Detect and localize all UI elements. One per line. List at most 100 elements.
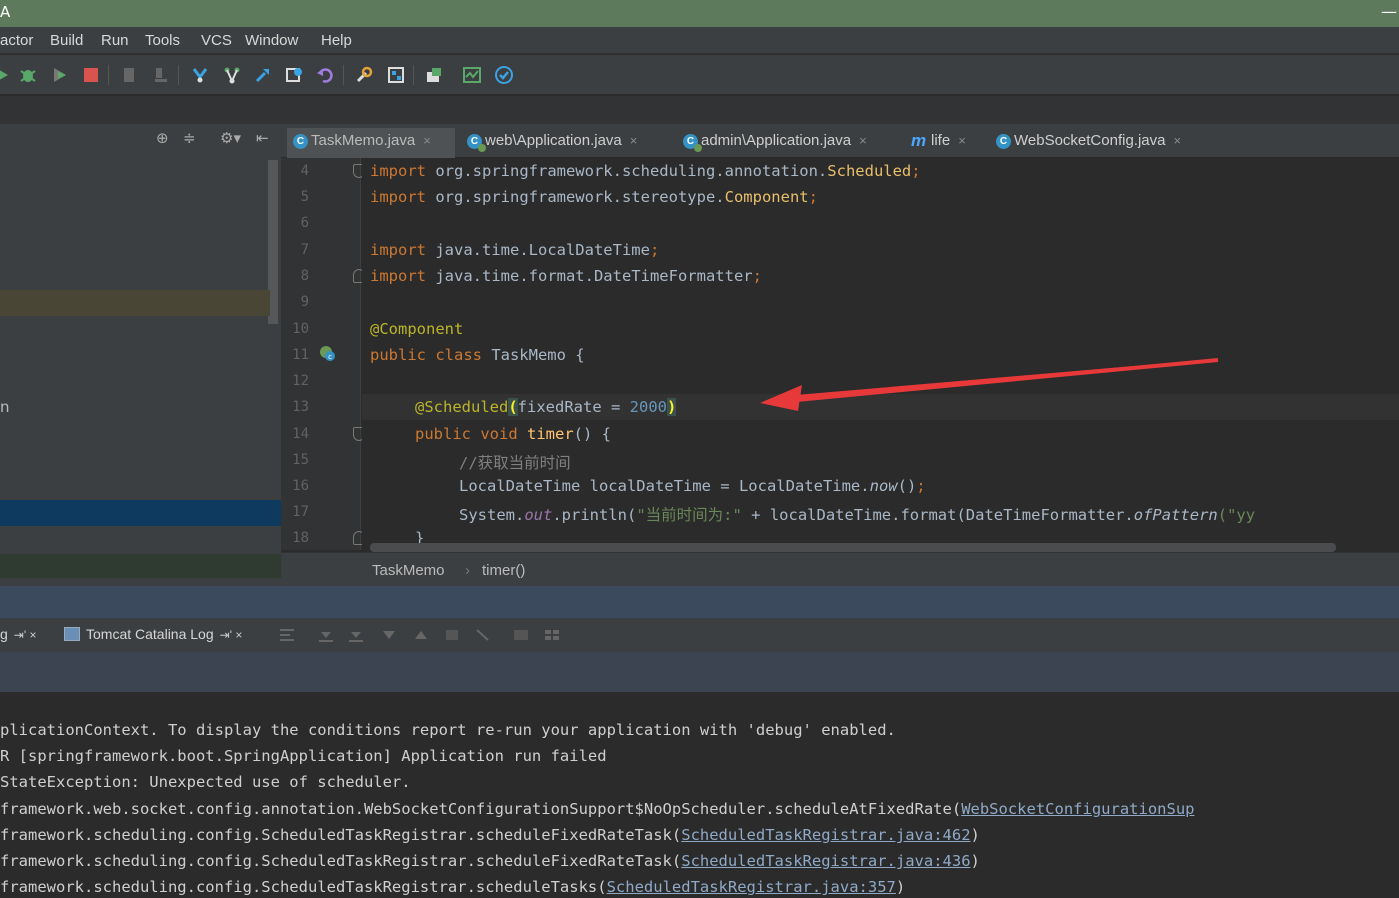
code-line: //获取当前时间 (459, 454, 571, 472)
line-number: 5 (300, 189, 309, 205)
project-panel-tools: ⊕ ≑ ⚙▾ ⇤ (150, 129, 281, 153)
settings-icon[interactable] (354, 65, 374, 85)
code-line: @Scheduled(fixedRate = 2000) (415, 398, 677, 416)
close-icon[interactable]: × (423, 133, 431, 148)
line-number: 11 (292, 347, 309, 363)
grid-icon[interactable] (543, 627, 561, 643)
sdk-icon[interactable] (424, 65, 444, 85)
menu-help[interactable]: Help (321, 32, 352, 49)
print-icon[interactable] (347, 627, 365, 643)
vcs-branch-icon[interactable] (222, 65, 242, 85)
class-icon: C (293, 134, 308, 149)
build-module-icon[interactable] (120, 65, 140, 85)
menu-run[interactable]: Run (101, 32, 129, 49)
monitor-icon[interactable] (462, 65, 482, 85)
close-icon[interactable]: × (1173, 133, 1181, 148)
stop-icon[interactable] (81, 65, 101, 85)
menu-window[interactable]: Window (245, 32, 298, 49)
scroll-to-end-icon[interactable] (317, 627, 335, 643)
pin-icon[interactable] (474, 627, 492, 643)
menu-tools[interactable]: Tools (145, 32, 180, 49)
line-number: 10 (292, 321, 309, 337)
window-title: A (0, 3, 11, 21)
console-line: framework.web.socket.config.annotation.W… (0, 800, 1195, 818)
project-tree-row-selected[interactable] (0, 500, 281, 526)
close-icon[interactable]: × (859, 133, 867, 148)
line-number: 9 (300, 294, 309, 310)
stacktrace-link[interactable]: ScheduledTaskRegistrar.java:436 (681, 852, 970, 870)
annotation-arrow-icon (760, 358, 1219, 411)
run-panel-header (0, 586, 1399, 618)
tomcat-log-icon (64, 627, 80, 641)
console-line: StateException: Unexpected use of schedu… (0, 773, 411, 791)
tab-taskmemo[interactable]: C TaskMemo.java × (287, 128, 455, 158)
line-number: 8 (300, 268, 309, 284)
code-line: LocalDateTime localDateTime = LocalDateT… (459, 477, 926, 495)
layout-icon[interactable] (512, 627, 530, 643)
tab-life[interactable]: m life × (907, 128, 966, 158)
line-number: 4 (300, 163, 309, 179)
tab-admin-application[interactable]: C admin\Application.java × (677, 128, 867, 158)
close-icon[interactable]: × (630, 133, 638, 148)
undo-icon[interactable] (315, 65, 335, 85)
title-bar: A — (0, 0, 1399, 27)
code-line: public void timer() { (415, 425, 611, 443)
run-tab-tomcat-catalina-log[interactable]: Tomcat Catalina Log ⇥' × (64, 626, 242, 642)
project-panel: ⊕ ≑ ⚙▾ ⇤ n (0, 124, 281, 586)
collapse-icon[interactable]: ≑ (183, 129, 196, 147)
menu-refactor[interactable]: actor (0, 32, 33, 49)
menu-build[interactable]: Build (50, 32, 83, 49)
coverage-icon[interactable] (50, 65, 70, 85)
run-icon[interactable] (0, 65, 12, 85)
console-line: framework.scheduling.config.ScheduledTas… (0, 826, 980, 844)
code-editor[interactable]: import org.springframework.scheduling.an… (362, 158, 1399, 550)
download-icon[interactable] (151, 65, 171, 85)
console-line: R [springframework.boot.SpringApplicatio… (0, 747, 607, 765)
line-number: 6 (300, 215, 309, 231)
hide-icon[interactable]: ⇤ (256, 129, 269, 147)
code-line: @Component (370, 320, 464, 338)
vcs-update-icon[interactable] (190, 65, 210, 85)
line-number: 16 (292, 478, 309, 494)
close-icon[interactable]: × (958, 133, 966, 148)
editor-tabs: C TaskMemo.java × C web\Application.java ×… (281, 124, 1399, 158)
vcs-history-icon[interactable] (284, 65, 304, 85)
console-output[interactable]: plicationContext. To display the conditi… (0, 692, 1399, 898)
menu-bar: actor Build Run Tools VCS Window Help (0, 27, 1399, 54)
tab-websocketconfig[interactable]: C WebSocketConfig.java × (990, 128, 1181, 158)
clear-icon[interactable] (443, 627, 461, 643)
stacktrace-link[interactable]: ScheduledTaskRegistrar.java:462 (681, 826, 970, 844)
soft-wrap-icon[interactable] (278, 627, 296, 643)
debug-icon[interactable] (18, 65, 38, 85)
project-tree-row[interactable] (0, 554, 281, 578)
tab-web-application[interactable]: C web\Application.java × (461, 128, 637, 158)
breadcrumb-method[interactable]: timer() (482, 562, 525, 579)
project-tree-row[interactable] (0, 290, 270, 316)
run-tab-log[interactable]: g ⇥' × (0, 626, 36, 642)
up-icon[interactable] (412, 627, 430, 643)
console-line: framework.scheduling.config.ScheduledTas… (0, 878, 906, 896)
code-line: import org.springframework.scheduling.an… (370, 162, 921, 180)
structure-icon[interactable] (386, 65, 406, 85)
line-number: 7 (300, 242, 309, 258)
run-subheader (0, 652, 1399, 692)
gear-icon[interactable]: ⚙▾ (220, 129, 241, 147)
tab-label: admin\Application.java (701, 132, 852, 149)
menu-vcs[interactable]: VCS (201, 32, 232, 49)
line-number: 14 (292, 426, 309, 442)
check-icon[interactable] (494, 65, 514, 85)
locate-icon[interactable]: ⊕ (156, 129, 169, 147)
run-tabs: g ⇥' × Tomcat Catalina Log ⇥' × (0, 618, 1399, 652)
minimize-button[interactable]: — (1379, 2, 1399, 22)
stacktrace-link[interactable]: ScheduledTaskRegistrar.java:357 (607, 878, 896, 896)
editor-horizontal-scrollbar[interactable] (370, 543, 1336, 552)
vcs-push-icon[interactable] (253, 65, 273, 85)
line-number: 13 (292, 399, 309, 415)
project-tree-label[interactable]: n (0, 398, 10, 416)
breadcrumb-class[interactable]: TaskMemo (372, 562, 445, 579)
down-icon[interactable] (380, 627, 398, 643)
stacktrace-link[interactable]: WebSocketConfigurationSup (961, 800, 1194, 818)
spring-bean-icon[interactable]: c (318, 344, 336, 362)
console-line: plicationContext. To display the conditi… (0, 721, 896, 739)
svg-text:c: c (328, 353, 332, 361)
